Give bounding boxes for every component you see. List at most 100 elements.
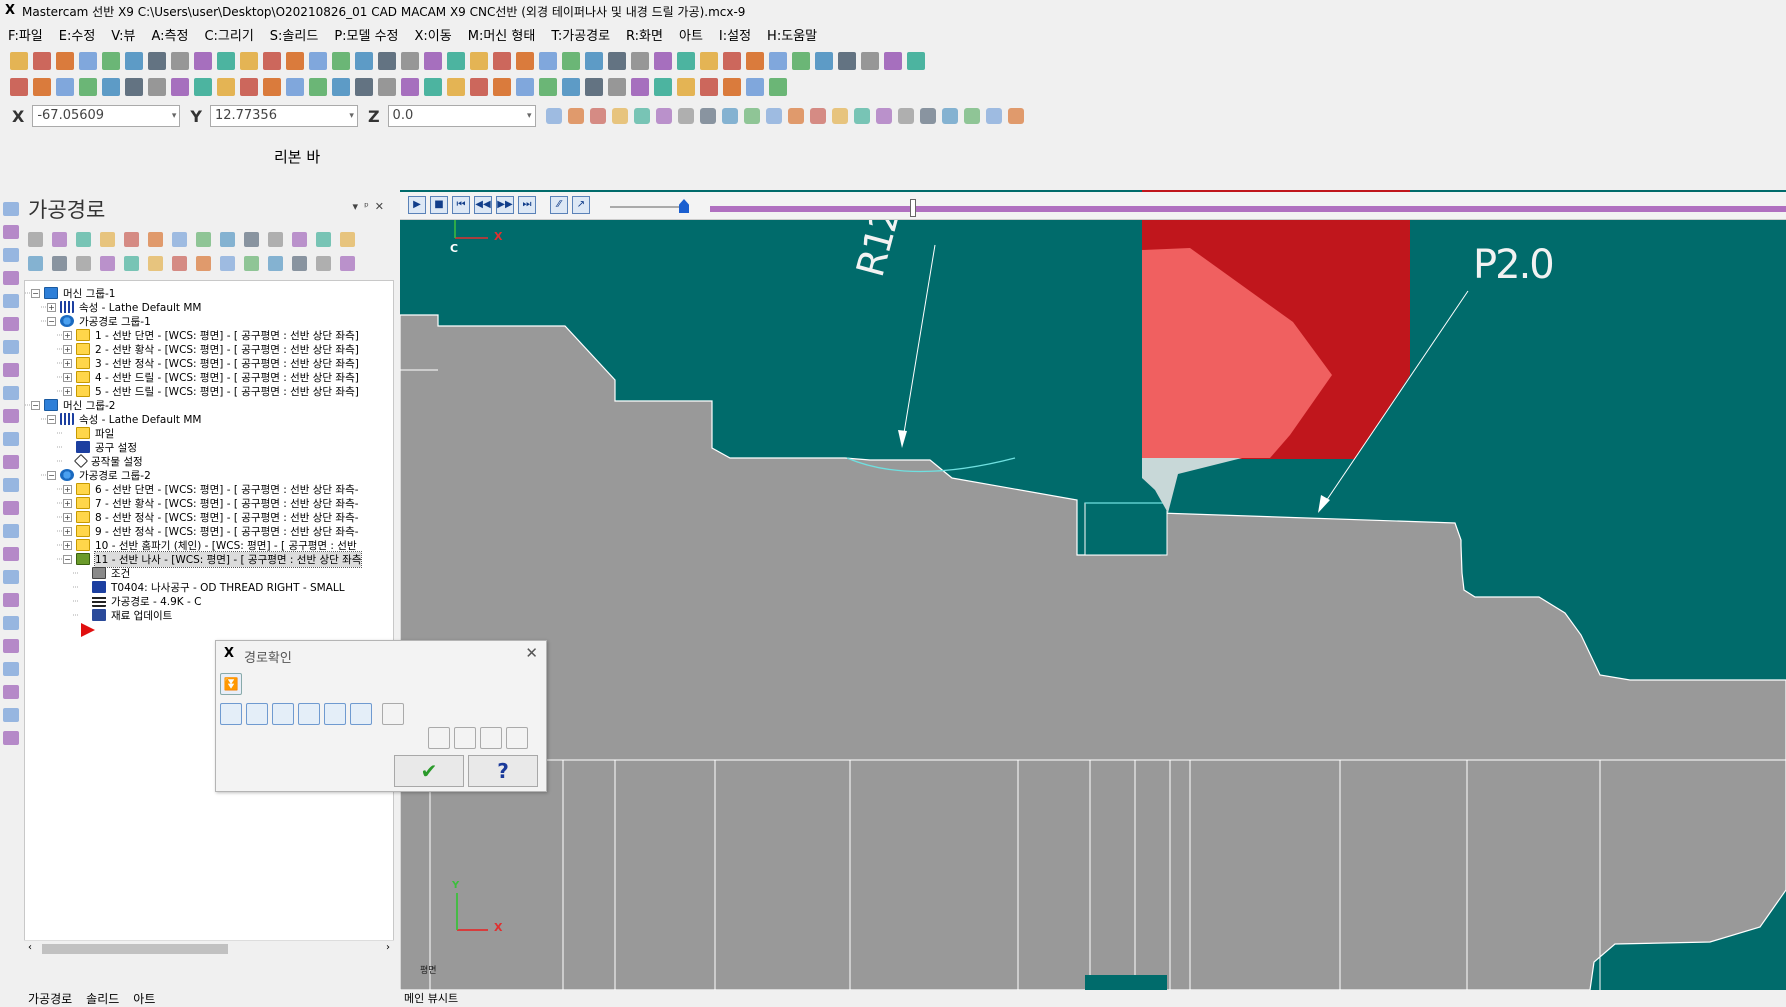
toolbar-tool-icon[interactable] — [608, 78, 626, 96]
toolbar-tool-icon[interactable] — [401, 78, 419, 96]
panel-tool-icon[interactable] — [100, 255, 115, 271]
toolbar-tool-icon[interactable] — [562, 52, 580, 70]
toolbar-tool-icon[interactable] — [516, 52, 534, 70]
tool-display-button[interactable]: ↗ — [572, 196, 590, 214]
toolbar-tool-icon[interactable] — [79, 78, 97, 96]
toolbar-tool-icon[interactable] — [424, 78, 442, 96]
menu-item[interactable]: F:파일 — [8, 25, 43, 44]
toolbar-tool-icon[interactable] — [470, 78, 488, 96]
pin-icon[interactable]: ᵖ — [364, 200, 375, 213]
toolbar-tool-icon[interactable] — [493, 78, 511, 96]
toolbar-tool-icon[interactable] — [654, 52, 672, 70]
x-coordinate-input[interactable]: -67.05609 — [32, 105, 181, 127]
toolbar-tool-icon[interactable] — [539, 78, 557, 96]
toolbar-tool-icon[interactable] — [217, 78, 235, 96]
left-strip-tool-icon[interactable] — [3, 731, 19, 745]
tree-node[interactable]: 재료 업데이트 — [79, 607, 172, 623]
menu-item[interactable]: T:가공경로 — [551, 25, 610, 44]
left-strip-tool-icon[interactable] — [3, 524, 19, 538]
toolbar-tool-icon[interactable] — [171, 78, 189, 96]
toolbar-tool-icon[interactable] — [493, 52, 511, 70]
select-path-button[interactable] — [428, 727, 450, 749]
toolbar-tool-icon[interactable] — [815, 52, 833, 70]
expand-icon[interactable]: + — [63, 344, 72, 354]
display-path-button[interactable] — [220, 703, 242, 725]
insert-arrow-icon[interactable] — [81, 623, 95, 637]
panel-tool-icon[interactable] — [124, 255, 139, 271]
panel-tool-icon[interactable] — [124, 231, 139, 247]
panel-tab[interactable]: 가공경로 — [28, 990, 72, 1007]
toolbar-tool-icon[interactable] — [56, 52, 74, 70]
panel-tool-icon[interactable] — [316, 231, 331, 247]
scroll-thumb[interactable] — [42, 944, 228, 954]
toolbar-tool-icon[interactable] — [286, 52, 304, 70]
toolbar-tool-icon[interactable] — [677, 52, 695, 70]
coord-tool-icon[interactable] — [633, 108, 650, 124]
toolbar-tool-icon[interactable] — [677, 78, 695, 96]
display-holder-button[interactable] — [272, 703, 294, 725]
toolbar-tool-icon[interactable] — [194, 78, 212, 96]
toolbar-tool-icon[interactable] — [861, 52, 879, 70]
left-strip-tool-icon[interactable] — [3, 432, 19, 446]
menu-item[interactable]: P:모델 수정 — [334, 25, 398, 44]
coord-tool-icon[interactable] — [589, 108, 606, 124]
menu-item[interactable]: M:머신 형태 — [468, 25, 536, 44]
left-strip-tool-icon[interactable] — [3, 662, 19, 676]
toolbar-tool-icon[interactable] — [631, 78, 649, 96]
panel-dropdown-icon[interactable]: ▾ — [353, 200, 365, 213]
y-coordinate-input[interactable]: 12.77356 — [209, 105, 358, 127]
toolbar-tool-icon[interactable] — [309, 78, 327, 96]
forward-end-button[interactable]: ⏭ — [518, 196, 536, 214]
left-strip-tool-icon[interactable] — [3, 708, 19, 722]
menu-item[interactable]: C:그리기 — [204, 25, 253, 44]
left-strip-tool-icon[interactable] — [3, 386, 19, 400]
playback-progress-track[interactable] — [710, 206, 1786, 212]
toolbar-tool-icon[interactable] — [585, 78, 603, 96]
camera-icon[interactable] — [480, 727, 502, 749]
panel-tool-icon[interactable] — [172, 231, 187, 247]
left-strip-tool-icon[interactable] — [3, 570, 19, 584]
collapse-icon[interactable]: − — [31, 400, 40, 410]
coord-tool-icon[interactable] — [545, 108, 562, 124]
coord-tool-icon[interactable] — [787, 108, 804, 124]
toolbar-tool-icon[interactable] — [746, 52, 764, 70]
coord-tool-icon[interactable] — [963, 108, 980, 124]
collapse-icon[interactable]: − — [47, 316, 56, 326]
toolbar-tool-icon[interactable] — [355, 78, 373, 96]
menu-item[interactable]: R:화면 — [626, 25, 663, 44]
rewind-start-button[interactable]: ⏮ — [452, 196, 470, 214]
speed-slider-thumb[interactable] — [679, 199, 689, 213]
panel-tool-icon[interactable] — [220, 231, 235, 247]
expand-icon[interactable]: + — [63, 484, 72, 494]
toolbar-tool-icon[interactable] — [332, 78, 350, 96]
menu-item[interactable]: A:측정 — [151, 25, 188, 44]
expand-icon[interactable]: + — [63, 330, 72, 340]
toolbar-tool-icon[interactable] — [125, 78, 143, 96]
toolbar-tool-icon[interactable] — [723, 52, 741, 70]
select-all-paths-button[interactable] — [454, 727, 476, 749]
toolbar-tool-icon[interactable] — [700, 52, 718, 70]
collapse-icon[interactable]: − — [47, 414, 56, 424]
toolbar-tool-icon[interactable] — [148, 78, 166, 96]
coord-tool-icon[interactable] — [677, 108, 694, 124]
panel-tool-icon[interactable] — [340, 255, 355, 271]
toolbar-tool-icon[interactable] — [792, 52, 810, 70]
panel-tab[interactable]: 아트 — [133, 990, 155, 1007]
panel-tool-icon[interactable] — [52, 231, 67, 247]
expand-icon[interactable]: + — [47, 302, 56, 312]
left-strip-tool-icon[interactable] — [3, 455, 19, 469]
panel-tool-icon[interactable] — [292, 231, 307, 247]
panel-tool-icon[interactable] — [28, 255, 43, 271]
panel-tool-icon[interactable] — [196, 231, 211, 247]
toolbar-tool-icon[interactable] — [194, 52, 212, 70]
expand-icon[interactable]: + — [63, 540, 72, 550]
collapse-icon[interactable]: − — [47, 470, 56, 480]
expand-icon[interactable]: + — [63, 372, 72, 382]
help-button[interactable]: ? — [468, 755, 538, 787]
panel-tool-icon[interactable] — [148, 255, 163, 271]
coord-tool-icon[interactable] — [567, 108, 584, 124]
collapse-icon[interactable]: − — [63, 554, 72, 564]
left-strip-tool-icon[interactable] — [3, 294, 19, 308]
toolbar-tool-icon[interactable] — [907, 52, 925, 70]
panel-tool-icon[interactable] — [268, 231, 283, 247]
